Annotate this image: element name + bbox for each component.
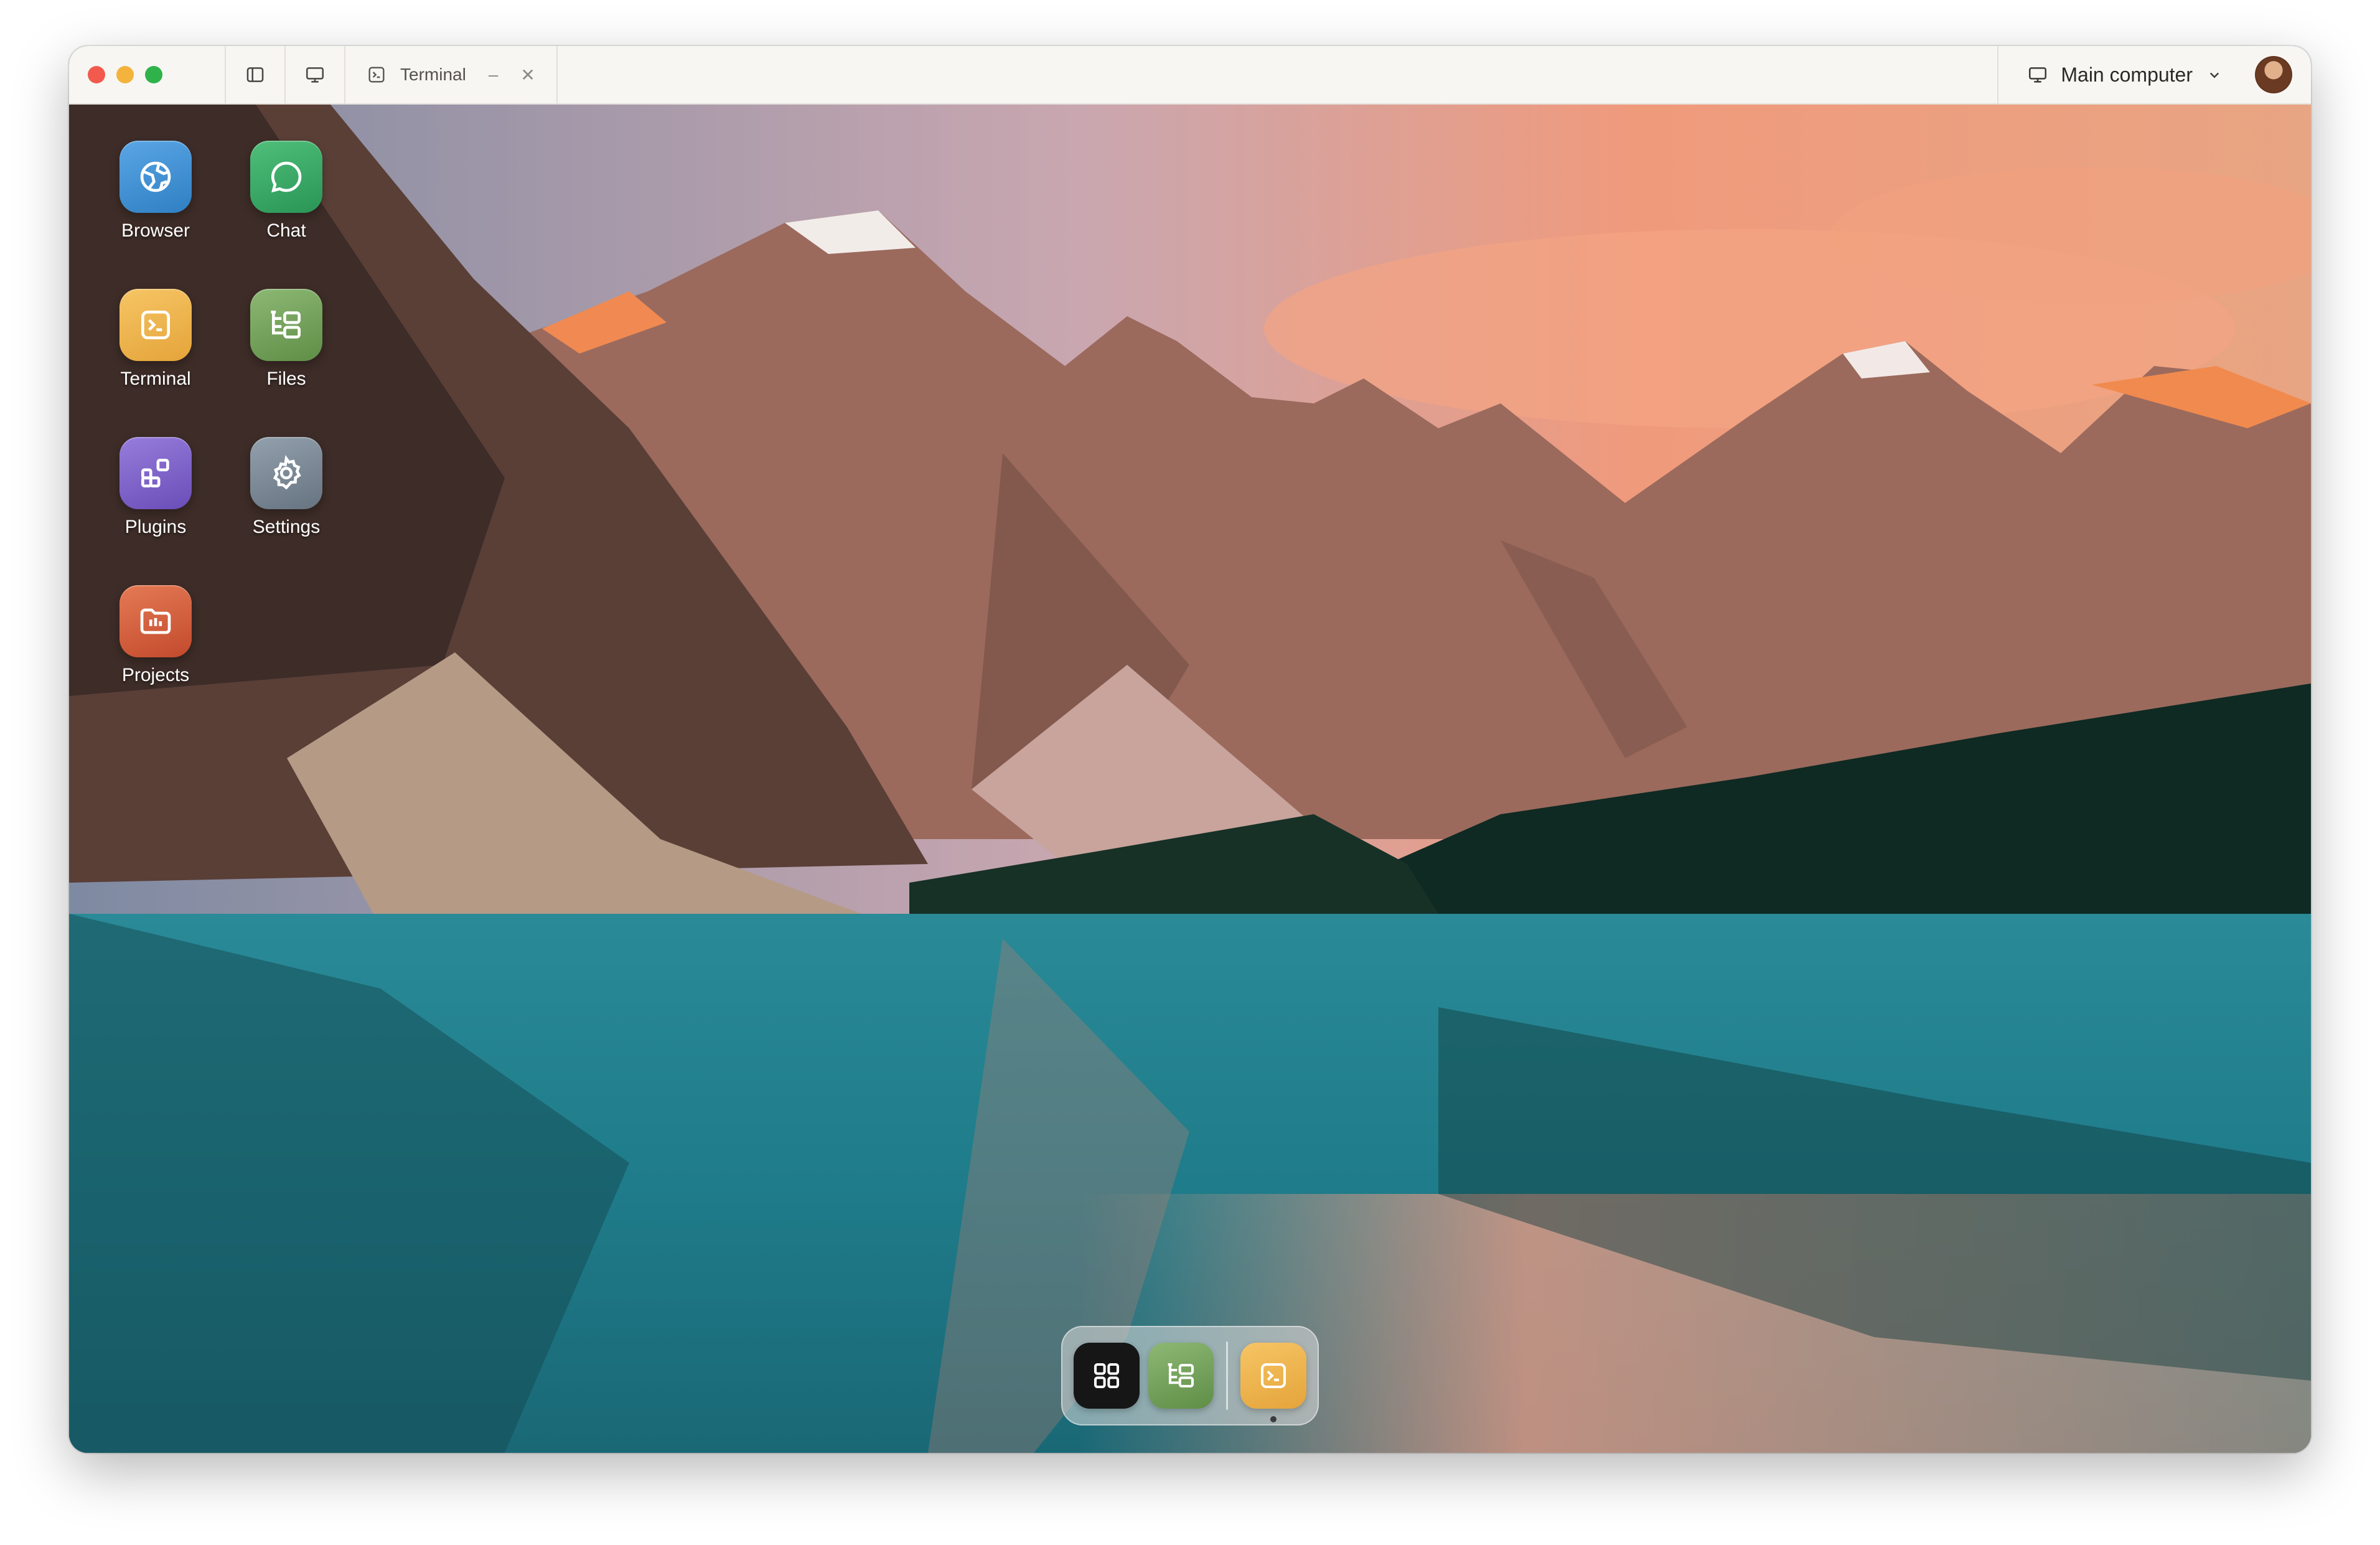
projects-tile: [119, 585, 192, 657]
sidebar-toggle-button[interactable]: [226, 46, 286, 103]
dock-separator: [1226, 1341, 1229, 1410]
globe-icon: [140, 161, 171, 192]
desktop-view-button[interactable]: [286, 46, 345, 103]
maximize-window-button[interactable]: [145, 66, 162, 83]
tab-close-button[interactable]: ✕: [520, 65, 535, 85]
machine-selector[interactable]: Main computer: [1997, 46, 2246, 103]
close-window-button[interactable]: [88, 66, 105, 83]
user-avatar[interactable]: [2255, 56, 2292, 93]
app-grid-icon: [1094, 1363, 1119, 1389]
plugin-blocks-icon: [141, 459, 169, 487]
dock: [1061, 1326, 1319, 1425]
terminal-icon: [368, 67, 385, 83]
plugins-tile: [119, 437, 192, 509]
projects-folder-icon: [140, 608, 171, 634]
title-bar-spacer: [558, 46, 1998, 103]
desktop-icon-terminal[interactable]: Terminal: [103, 289, 208, 413]
title-bar: Terminal – ✕ Main computer: [69, 46, 2311, 105]
chevron-down-icon: [2209, 72, 2219, 78]
monitor-icon: [2029, 67, 2047, 83]
gear-icon: [273, 454, 301, 490]
running-indicator: [1270, 1416, 1277, 1422]
app-label: Projects: [121, 665, 190, 685]
terminal-icon: [141, 311, 170, 339]
terminal-tile: [119, 289, 192, 361]
folder-tree-icon: [1168, 1363, 1194, 1388]
browser-tile: [119, 141, 192, 213]
app-label: Files: [266, 369, 306, 389]
files-tile: [250, 289, 322, 361]
app-label: Terminal: [120, 369, 191, 389]
tab-minimize-button[interactable]: –: [489, 65, 499, 85]
desktop-icon-projects[interactable]: Projects: [103, 585, 208, 710]
desktop-icon-chat[interactable]: Chat: [233, 141, 339, 265]
chat-tile: [250, 141, 322, 213]
tab-terminal[interactable]: Terminal – ✕: [345, 46, 558, 103]
chat-bubble-icon: [271, 161, 302, 193]
dock-item-terminal[interactable]: [1240, 1343, 1306, 1422]
desktop-wallpaper: Browser Chat Terminal Files Plugins Sett…: [69, 105, 2311, 1453]
desktop-icon-settings[interactable]: Settings: [233, 437, 339, 561]
settings-tile: [250, 437, 322, 509]
tab-label: Terminal: [400, 65, 466, 84]
monitor-icon: [306, 67, 324, 83]
machine-selector-label: Main computer: [2061, 63, 2193, 86]
desktop-icon-files[interactable]: Files: [233, 289, 339, 413]
desktop-icon-plugins[interactable]: Plugins: [103, 437, 208, 561]
app-label: Chat: [266, 220, 306, 241]
folder-tree-icon: [271, 311, 301, 339]
mountain-lake-wallpaper: [69, 105, 2311, 1453]
window-controls: [69, 46, 226, 103]
app-label: Plugins: [124, 517, 187, 537]
app-label: Settings: [252, 517, 321, 537]
desktop-icon-browser[interactable]: Browser: [103, 141, 208, 265]
sidebar-icon: [246, 67, 264, 82]
app-label: Browser: [121, 220, 190, 241]
terminal-icon: [1261, 1363, 1286, 1389]
dock-item-app-launcher[interactable]: [1074, 1343, 1140, 1409]
dock-item-files[interactable]: [1148, 1343, 1214, 1409]
minimize-window-button[interactable]: [116, 66, 134, 83]
app-window: Terminal – ✕ Main computer Browser Chat …: [69, 46, 2311, 1453]
